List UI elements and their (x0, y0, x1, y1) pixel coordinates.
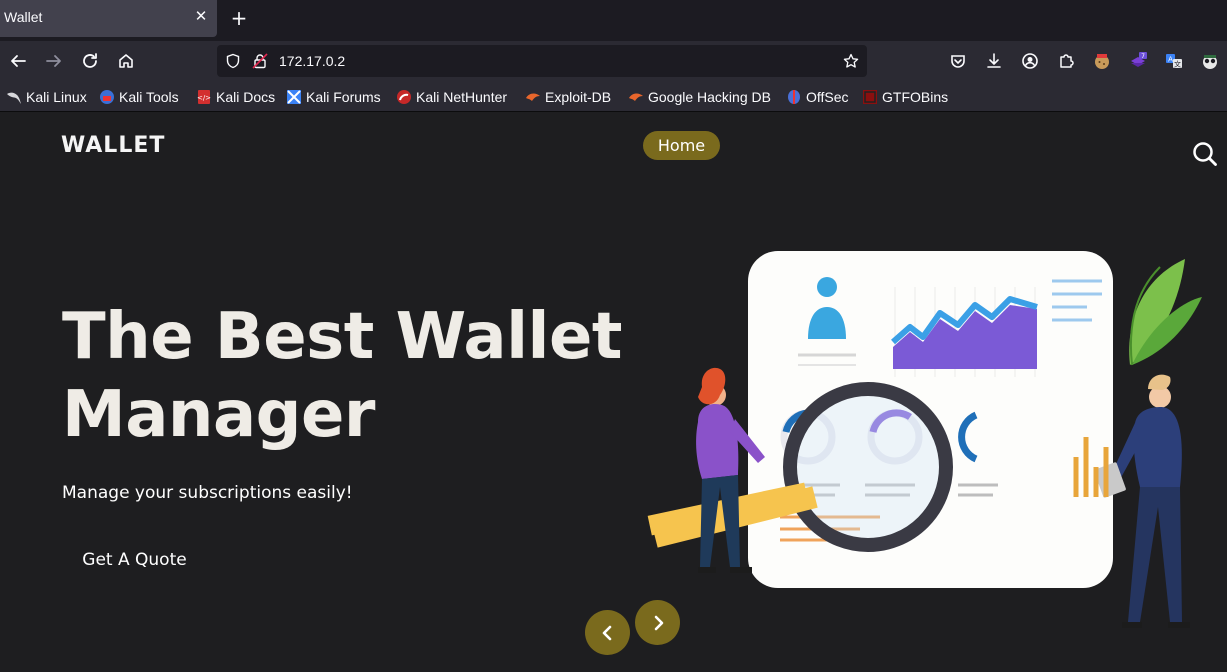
web-page: WALLET Home The Best Wallet Manager Mana… (0, 112, 1227, 672)
kali-docs-icon: </> (197, 90, 211, 104)
hero-headline: The Best Wallet Manager (62, 298, 622, 454)
pocket-icon[interactable] (946, 49, 970, 73)
kali-tools-icon (100, 90, 114, 104)
nethunter-icon (397, 90, 411, 104)
bookmark-label: Kali Docs (216, 89, 276, 105)
new-tab-icon[interactable]: + (229, 8, 249, 28)
forward-arrow-icon[interactable] (42, 49, 66, 73)
exploit-db-icon (526, 93, 540, 101)
extension-badge: 7 (1141, 53, 1145, 60)
back-arrow-icon[interactable] (6, 49, 30, 73)
navigation-toolbar: 172.17.0.2 7 A文 (0, 41, 1227, 81)
chevron-left-icon (602, 625, 611, 640)
bookmark-exploit-db[interactable]: Exploit-DB (525, 88, 611, 106)
bookmark-gtfobins[interactable]: GTFOBins (862, 88, 948, 106)
address-bar[interactable]: 172.17.0.2 (217, 45, 867, 77)
nav-home-link[interactable]: Home (643, 131, 720, 160)
site-logo[interactable]: WALLET (61, 133, 165, 158)
carousel-next-button[interactable] (635, 600, 680, 645)
chevron-right-icon (654, 615, 663, 630)
spy-extension-icon[interactable] (1198, 49, 1222, 73)
svg-text:</>: </> (197, 94, 211, 102)
offsec-icon (788, 90, 800, 104)
bookmark-kali-tools[interactable]: Kali Tools (99, 88, 179, 106)
bookmark-kali-nethunter[interactable]: Kali NetHunter (396, 88, 507, 106)
bookmark-kali-docs[interactable]: </> Kali Docs (196, 88, 275, 106)
extensions-puzzle-icon[interactable] (1054, 49, 1078, 73)
ghdb-icon (629, 93, 643, 101)
search-icon[interactable] (1192, 141, 1218, 167)
bookmark-label: Google Hacking DB (648, 89, 771, 105)
url-text: 172.17.0.2 (279, 53, 346, 69)
carousel-prev-button[interactable] (585, 610, 630, 655)
svg-text:文: 文 (1174, 60, 1181, 69)
foxyproxy-extension-icon[interactable]: 7 (1126, 49, 1150, 73)
bookmark-google-hacking-db[interactable]: Google Hacking DB (628, 88, 771, 106)
bookmark-label: GTFOBins (882, 89, 949, 105)
account-icon[interactable] (1018, 49, 1042, 73)
downloads-icon[interactable] (982, 49, 1006, 73)
kali-forums-icon (287, 90, 301, 104)
hero-headline-line1: The Best Wallet (62, 300, 622, 374)
bookmark-label: Kali Linux (26, 89, 87, 105)
cookie-extension-icon[interactable] (1090, 49, 1114, 73)
hero-headline-line2: Manager (62, 378, 375, 452)
bookmark-kali-linux[interactable]: Kali Linux (6, 88, 87, 106)
bookmark-offsec[interactable]: OffSec (786, 88, 849, 106)
insecure-lock-icon[interactable] (252, 53, 268, 69)
translate-icon[interactable]: A文 (1162, 49, 1186, 73)
tab-title: Wallet (4, 9, 43, 25)
hero-illustration (647, 251, 1202, 628)
bookmark-label: OffSec (806, 89, 849, 105)
bookmark-star-icon[interactable] (843, 53, 859, 69)
tab-strip: Wallet ✕ + (0, 0, 1227, 41)
get-a-quote-button[interactable]: Get A Quote (62, 542, 207, 578)
home-icon[interactable] (114, 49, 138, 73)
hero-subtitle: Manage your subscriptions easily! (62, 483, 353, 503)
bookmarks-toolbar: Kali Linux Kali Tools </> Kali Docs Kali… (0, 81, 1227, 112)
gtfobins-icon (863, 90, 877, 104)
shield-icon[interactable] (225, 53, 241, 69)
bookmark-label: Kali Tools (119, 89, 179, 105)
bookmark-kali-forums[interactable]: Kali Forums (286, 88, 381, 106)
svg-text:A: A (1168, 56, 1173, 64)
bookmark-label: Kali NetHunter (416, 89, 508, 105)
reload-icon[interactable] (78, 49, 102, 73)
close-tab-icon[interactable]: ✕ (192, 7, 210, 25)
kali-dragon-icon (7, 92, 21, 104)
browser-tab[interactable]: Wallet ✕ (0, 0, 217, 37)
bookmark-label: Kali Forums (306, 89, 381, 105)
bookmark-label: Exploit-DB (545, 89, 612, 105)
